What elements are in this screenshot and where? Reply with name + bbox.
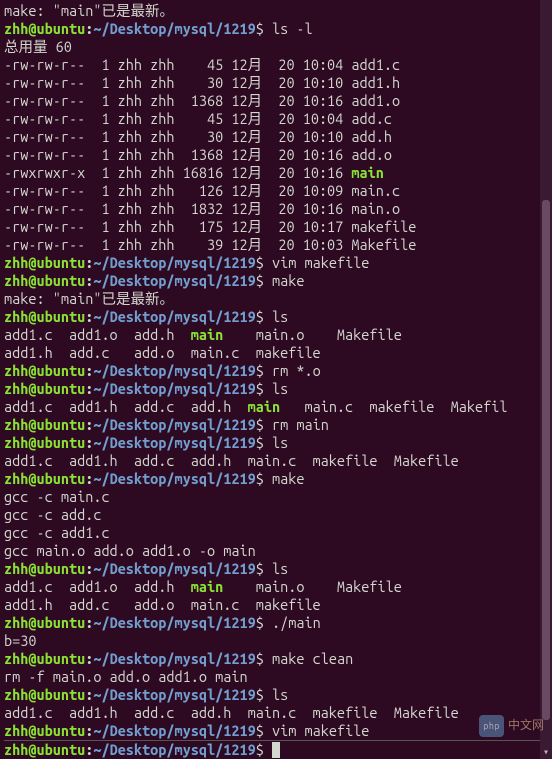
terminal-output-line: -rw-rw-r-- 1 zhh zhh 1368 12月 20 10:16 a…: [4, 92, 548, 110]
terminal-output: make: "main"已是最新。zhh@ubuntu:~/Desktop/my…: [4, 2, 548, 759]
terminal-prompt-line: zhh@ubuntu:~/Desktop/mysql/1219$ ls -l: [4, 20, 548, 38]
terminal-output-line: add1.c add1.h add.c add.h main.c makefil…: [4, 704, 548, 722]
php-watermark: php 中文网: [479, 715, 544, 737]
terminal-output-line: make: "main"已是最新。: [4, 290, 548, 308]
php-icon: php: [479, 715, 504, 737]
terminal-output-line: -rw-rw-r-- 1 zhh zhh 126 12月 20 10:09 ma…: [4, 182, 548, 200]
terminal-prompt-line: zhh@ubuntu:~/Desktop/mysql/1219$ make: [4, 470, 548, 488]
terminal-output-line: make: "main"已是最新。: [4, 2, 548, 20]
terminal-output-line: rm -f main.o add.o add1.o main: [4, 668, 548, 686]
terminal-prompt-line: zhh@ubuntu:~/Desktop/mysql/1219$ rm main: [4, 416, 548, 434]
terminal-output-line: add1.c add1.h add.c add.h main.c makefil…: [4, 452, 548, 470]
watermark-text: 中文网: [508, 717, 544, 735]
terminal-output-line: gcc -c add.c: [4, 506, 548, 524]
terminal-prompt-line: zhh@ubuntu:~/Desktop/mysql/1219$ make: [4, 272, 548, 290]
terminal-cursor: [272, 742, 280, 758]
terminal-output-line: 总用量 60: [4, 38, 548, 56]
terminal-output-line: b=30: [4, 632, 548, 650]
terminal-output-line: add1.h add.c add.o main.c makefile: [4, 596, 548, 614]
terminal-output-line: gcc -c main.c: [4, 488, 548, 506]
terminal-output-line: -rw-rw-r-- 1 zhh zhh 45 12月 20 10:04 add…: [4, 56, 548, 74]
terminal-output-line: -rw-rw-r-- 1 zhh zhh 39 12月 20 10:03 Mak…: [4, 236, 548, 254]
terminal-output-line: gcc main.o add.o add1.o -o main: [4, 542, 548, 560]
terminal-output-line: -rwxrwxr-x 1 zhh zhh 16816 12月 20 10:16 …: [4, 164, 548, 182]
terminal-prompt-line: zhh@ubuntu:~/Desktop/mysql/1219$ ls: [4, 380, 548, 398]
scrollbar-arrow-down[interactable]: ▾: [540, 745, 552, 759]
terminal-prompt-line: zhh@ubuntu:~/Desktop/mysql/1219$ ls: [4, 686, 548, 704]
terminal-prompt-line: zhh@ubuntu:~/Desktop/mysql/1219$ ls: [4, 434, 548, 452]
terminal-prompt-line: zhh@ubuntu:~/Desktop/mysql/1219$ vim mak…: [4, 254, 548, 272]
terminal-output-line: add1.c add1.o add.h main main.o Makefile: [4, 578, 548, 596]
terminal-prompt-line: zhh@ubuntu:~/Desktop/mysql/1219$ ls: [4, 560, 548, 578]
terminal-output-line: add1.c add1.o add.h main main.o Makefile: [4, 326, 548, 344]
terminal-output-line: -rw-rw-r-- 1 zhh zhh 1832 12月 20 10:16 m…: [4, 200, 548, 218]
terminal-output-line: -rw-rw-r-- 1 zhh zhh 45 12月 20 10:04 add…: [4, 110, 548, 128]
terminal-scrollbar[interactable]: ▾: [540, 0, 552, 759]
scrollbar-thumb[interactable]: [542, 200, 550, 720]
terminal-prompt-line: zhh@ubuntu:~/Desktop/mysql/1219$ make cl…: [4, 650, 548, 668]
terminal-output-line: -rw-rw-r-- 1 zhh zhh 30 12月 20 10:10 add…: [4, 128, 548, 146]
terminal-prompt-line[interactable]: zhh@ubuntu:~/Desktop/mysql/1219$: [4, 741, 548, 759]
terminal-prompt-line: zhh@ubuntu:~/Desktop/mysql/1219$ ./main: [4, 614, 548, 632]
terminal-output-line: gcc -c add1.c: [4, 524, 548, 542]
terminal-output-line: add1.c add1.h add.c add.h main main.c ma…: [4, 398, 548, 416]
terminal-output-line: -rw-rw-r-- 1 zhh zhh 30 12月 20 10:10 add…: [4, 74, 548, 92]
terminal-prompt-line: zhh@ubuntu:~/Desktop/mysql/1219$ vim mak…: [4, 722, 548, 740]
terminal-prompt-line: zhh@ubuntu:~/Desktop/mysql/1219$ rm *.o: [4, 362, 548, 380]
terminal-output-line: -rw-rw-r-- 1 zhh zhh 1368 12月 20 10:16 a…: [4, 146, 548, 164]
terminal-output-line: -rw-rw-r-- 1 zhh zhh 175 12月 20 10:17 ma…: [4, 218, 548, 236]
terminal-prompt-line: zhh@ubuntu:~/Desktop/mysql/1219$ ls: [4, 308, 548, 326]
terminal-output-line: add1.h add.c add.o main.c makefile: [4, 344, 548, 362]
